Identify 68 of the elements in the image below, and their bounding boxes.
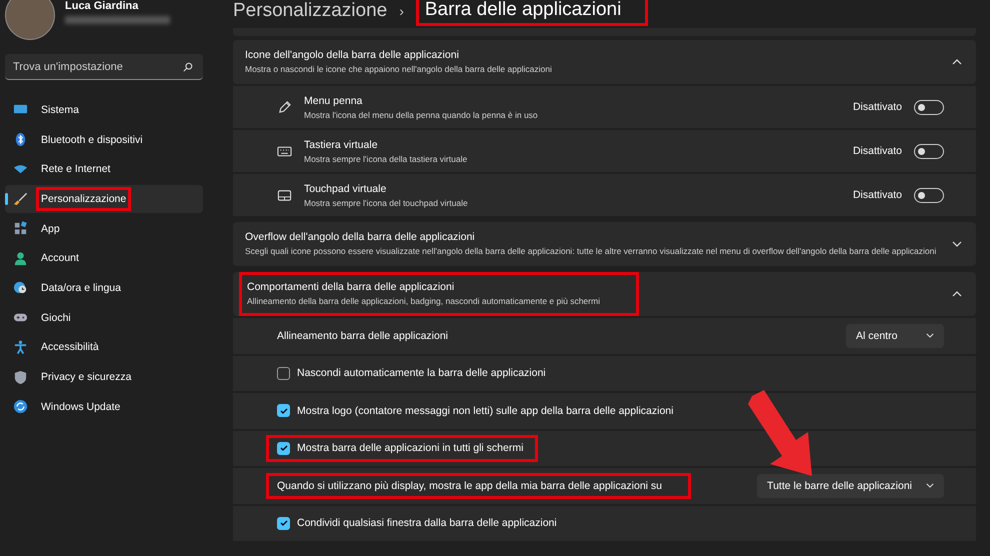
dropdown[interactable]: Al centro bbox=[846, 324, 944, 348]
person-icon bbox=[13, 250, 28, 266]
section-description: Mostra o nascondi le icone che appaiono nell'angolo della barra delle applicazioni bbox=[245, 64, 553, 76]
chevron-down-icon bbox=[926, 483, 934, 488]
setting-label: Allineamento barra delle applicazioni bbox=[277, 330, 448, 342]
dropdown[interactable]: Tutte le barre delle applicazioni bbox=[757, 474, 944, 498]
toggle-status: Disattivato bbox=[852, 145, 902, 157]
nav-item[interactable]: Privacy e sicurezza bbox=[5, 363, 203, 391]
checkbox-label: Mostra logo (contatore messaggi non letti) sulle app della barra delle applicazioni bbox=[297, 404, 674, 417]
avatar-circle bbox=[5, 0, 55, 40]
setting-description: Mostra sempre l'icona della tastiera virtuale bbox=[304, 154, 468, 164]
setting-label: Quando si utilizzano più display, mostra le app della mia barra delle applicazioni su bbox=[277, 480, 662, 492]
section-header[interactable]: Icone dell'angolo della barra delle applicazioni Mostra o nascondi le icone che appaiono nell'angolo della barra delle applicazioni bbox=[233, 40, 976, 84]
nav-item[interactable]: Bluetooth e dispositivi bbox=[5, 126, 203, 154]
setting-title: Touchpad virtuale bbox=[304, 182, 388, 194]
setting-title: Tastiera virtuale bbox=[304, 138, 379, 150]
search-icon bbox=[183, 62, 193, 72]
user-name: Luca Giardina bbox=[65, 0, 140, 12]
section-title: Overflow dell'angolo della barra delle applicazioni bbox=[245, 230, 476, 243]
accessibility-icon bbox=[13, 340, 28, 355]
nav-item[interactable]: Account bbox=[5, 244, 203, 272]
checkbox-label: Mostra barra delle applicazioni in tutti gli schermi bbox=[297, 442, 524, 454]
nav-item[interactable]: App bbox=[5, 214, 203, 242]
nav-item[interactable]: Giochi bbox=[5, 304, 203, 332]
checkmark-icon bbox=[278, 443, 288, 454]
nav-item[interactable]: Personalizzazione bbox=[5, 185, 203, 213]
breadcrumb-parent[interactable]: Personalizzazione bbox=[233, 0, 388, 22]
section-title: Icone dell'angolo della barra delle applicazioni bbox=[245, 48, 460, 61]
breadcrumb-separator: › bbox=[399, 3, 404, 19]
pen-icon bbox=[277, 100, 292, 114]
checkbox[interactable] bbox=[277, 442, 290, 455]
update-icon bbox=[13, 399, 28, 414]
search-field[interactable]: Trova un'impostazione bbox=[5, 54, 203, 80]
shield-icon bbox=[13, 370, 28, 385]
setting-title: Menu penna bbox=[304, 94, 364, 106]
toggle-status: Disattivato bbox=[852, 101, 902, 113]
touchpad-icon bbox=[277, 188, 292, 202]
bluetooth-icon bbox=[13, 132, 28, 148]
brush-icon bbox=[13, 191, 28, 206]
nav-item[interactable]: Windows Update bbox=[5, 392, 203, 421]
setting-description: Mostra l'icona del menu della penna quando la penna è in uso bbox=[304, 110, 539, 120]
checkbox[interactable] bbox=[277, 404, 290, 418]
checkbox[interactable] bbox=[277, 516, 290, 530]
checkbox[interactable] bbox=[277, 366, 290, 380]
section-header[interactable] bbox=[233, 222, 976, 266]
chevron-up-icon bbox=[952, 59, 962, 65]
checkmark-icon bbox=[278, 518, 288, 528]
section-description: Allineamento della barra delle applicazioni, badging, nascondi automaticamente e più schermi bbox=[247, 296, 600, 308]
checkmark-icon bbox=[278, 406, 288, 416]
chevron-down-icon bbox=[926, 333, 934, 338]
section-header[interactable]: Comportamenti della barra delle applicazioni Allineamento della barra delle applicazioni, badging, nascondi automaticamente e più schermi bbox=[233, 272, 976, 316]
section-description: Scegli quali icone possono essere visualizzate nell'angolo della barra delle applicazioni: tutte le altre verranno visualizzate nel menu di overflow dell'angolo della barra delle applicazioni bbox=[245, 246, 938, 258]
toggle-switch[interactable] bbox=[914, 100, 944, 114]
section-title: Comportamenti della barra delle applicazioni bbox=[247, 280, 456, 293]
toggle-switch[interactable] bbox=[914, 144, 944, 158]
chevron-up-icon bbox=[952, 291, 962, 297]
globe-clock-icon bbox=[13, 280, 28, 296]
checkbox-label: Condividi qualsiasi finestra dalla barra delle applicazioni bbox=[297, 517, 557, 530]
toggle-switch[interactable] bbox=[914, 188, 944, 202]
setting-description: Mostra sempre l'icona del touchpad virtuale bbox=[304, 198, 469, 208]
nav-item[interactable]: Rete e Internet bbox=[5, 155, 203, 184]
nav-item[interactable]: Data/ora e lingua bbox=[5, 274, 203, 302]
checkbox-label: Nascondi automaticamente la barra delle applicazioni bbox=[297, 367, 546, 380]
chevron-down-icon bbox=[952, 241, 962, 247]
nav-item[interactable]: Sistema bbox=[5, 96, 203, 124]
toggle-status: Disattivato bbox=[852, 189, 902, 201]
apps-icon bbox=[13, 221, 28, 236]
nav-item[interactable]: Accessibilità bbox=[5, 334, 203, 362]
